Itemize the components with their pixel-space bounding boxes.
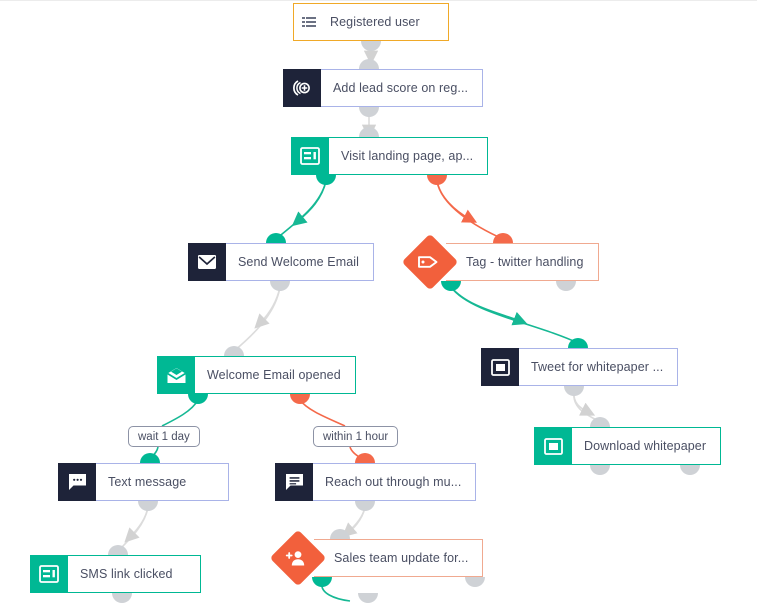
port-tweet-whitepaper-in[interactable] bbox=[568, 338, 588, 348]
edge-send-welcome-to-welcome-opened bbox=[233, 286, 281, 352]
sms-bubble-icon bbox=[58, 463, 96, 501]
landing-page-icon bbox=[30, 555, 68, 593]
edge-label-wait-1-day[interactable]: wait 1 day bbox=[128, 426, 200, 447]
port-tag-twitter-in[interactable] bbox=[493, 233, 513, 243]
add-person-icon bbox=[269, 529, 327, 587]
port-sales-team-out-yes[interactable] bbox=[312, 577, 332, 587]
port-text-message-out[interactable] bbox=[138, 501, 158, 511]
port-welcome-opened-out-yes[interactable] bbox=[188, 394, 208, 404]
node-label: Reach out through mu... bbox=[313, 463, 477, 501]
node-registered-user[interactable]: Registered user bbox=[293, 3, 449, 41]
list-icon bbox=[294, 4, 324, 42]
port-download-whitepaper-out-alt[interactable] bbox=[680, 465, 700, 475]
node-label: Registered user bbox=[330, 15, 420, 29]
download-window-icon bbox=[534, 427, 572, 465]
port-sales-team-in[interactable] bbox=[330, 529, 350, 539]
port-send-welcome-out[interactable] bbox=[270, 281, 290, 291]
node-label: Sales team update for... bbox=[314, 539, 484, 577]
envelope-closed-icon bbox=[188, 243, 226, 281]
port-add-lead-score-in[interactable] bbox=[359, 59, 379, 69]
port-tweet-whitepaper-out[interactable] bbox=[564, 386, 584, 396]
tweet-window-icon bbox=[481, 348, 519, 386]
node-label: Download whitepaper bbox=[572, 427, 722, 465]
node-reach-out-multichannel[interactable]: Reach out through mu... bbox=[275, 463, 477, 501]
port-sms-link-in[interactable] bbox=[108, 545, 128, 555]
node-tag-twitter-handling[interactable]: Tag - twitter handling bbox=[401, 233, 599, 291]
node-add-lead-score[interactable]: Add lead score on reg... bbox=[283, 69, 484, 107]
port-tag-twitter-out-yes[interactable] bbox=[441, 281, 461, 291]
port-send-welcome-in[interactable] bbox=[266, 233, 286, 243]
port-registered-user-out[interactable] bbox=[361, 41, 381, 51]
port-reach-out-in[interactable] bbox=[355, 453, 375, 463]
node-label: Text message bbox=[96, 463, 229, 501]
workflow-canvas[interactable]: Registered user Add lead score on reg...… bbox=[0, 0, 757, 603]
node-sms-link-clicked[interactable]: SMS link clicked bbox=[30, 555, 201, 593]
edge-visit-landing-to-tag-twitter bbox=[436, 180, 504, 240]
port-download-whitepaper-out[interactable] bbox=[590, 465, 610, 475]
node-download-whitepaper[interactable]: Download whitepaper bbox=[534, 427, 722, 465]
chat-lines-icon bbox=[275, 463, 313, 501]
envelope-open-icon bbox=[157, 356, 195, 394]
node-label: Add lead score on reg... bbox=[321, 69, 484, 107]
port-welcome-opened-in[interactable] bbox=[224, 346, 244, 356]
port-welcome-opened-out-no[interactable] bbox=[290, 394, 310, 404]
port-reach-out-out[interactable] bbox=[355, 501, 375, 511]
port-download-whitepaper-in[interactable] bbox=[590, 417, 610, 427]
node-text-message[interactable]: Text message bbox=[58, 463, 229, 501]
node-label: SMS link clicked bbox=[68, 555, 201, 593]
port-sales-team-out-no[interactable] bbox=[465, 577, 485, 587]
landing-page-icon bbox=[291, 137, 329, 175]
node-sales-team-update[interactable]: Sales team update for... bbox=[269, 529, 484, 587]
tag-icon bbox=[401, 233, 459, 291]
node-send-welcome-email[interactable]: Send Welcome Email bbox=[188, 243, 375, 281]
edge-text-message-to-sms-link-clicked bbox=[117, 506, 149, 552]
node-welcome-email-opened[interactable]: Welcome Email opened bbox=[157, 356, 356, 394]
port-visit-landing-out-yes[interactable] bbox=[316, 175, 336, 185]
edge-label-within-1-hour[interactable]: within 1 hour bbox=[313, 426, 399, 447]
port-add-lead-score-out[interactable] bbox=[359, 107, 379, 117]
lead-score-target-icon bbox=[283, 69, 321, 107]
node-label: Tweet for whitepaper ... bbox=[519, 348, 679, 386]
port-sms-link-out-alt[interactable] bbox=[358, 593, 378, 603]
edge-tag-twitter-to-tweet-whitepaper bbox=[450, 286, 579, 344]
node-tweet-for-whitepaper[interactable]: Tweet for whitepaper ... bbox=[481, 348, 679, 386]
edge-visit-landing-to-send-welcome-email bbox=[275, 180, 327, 240]
node-label: Send Welcome Email bbox=[226, 243, 375, 281]
node-label: Tag - twitter handling bbox=[446, 243, 599, 281]
port-visit-landing-out-no[interactable] bbox=[427, 175, 447, 185]
port-text-message-in[interactable] bbox=[140, 453, 160, 463]
port-sms-link-out[interactable] bbox=[112, 593, 132, 603]
node-label: Welcome Email opened bbox=[195, 356, 356, 394]
port-visit-landing-in[interactable] bbox=[359, 127, 379, 137]
port-tag-twitter-out-no[interactable] bbox=[556, 281, 576, 291]
node-visit-landing-page[interactable]: Visit landing page, ap... bbox=[291, 137, 489, 175]
node-label: Visit landing page, ap... bbox=[329, 137, 489, 175]
